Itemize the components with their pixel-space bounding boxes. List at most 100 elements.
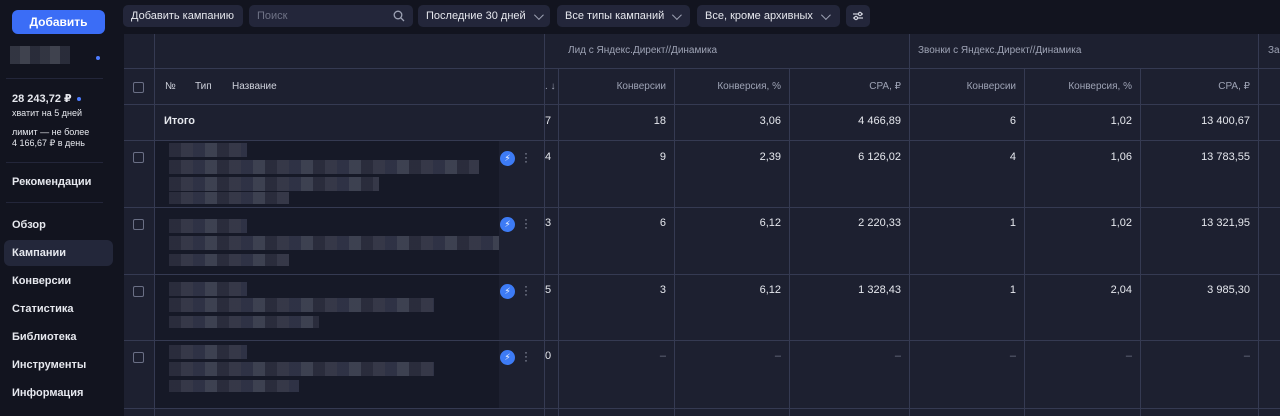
lightning-icon[interactable]: ⚡ (500, 350, 515, 365)
search-input[interactable]: Поиск (249, 5, 413, 27)
nav-tools[interactable]: Инструменты (12, 359, 86, 371)
nav-overview[interactable]: Обзор (12, 219, 46, 231)
col-header-cpa[interactable]: CPA, ₽ (794, 81, 901, 92)
nav-library[interactable]: Библиотека (12, 331, 77, 343)
row-conversions: 3 (659, 284, 666, 296)
total-cpa: 13 400,67 (1201, 115, 1250, 127)
divider (6, 162, 103, 163)
col-header-sorted-fragment[interactable]: . ↓ (545, 81, 556, 92)
total-conversions: 6 (1009, 115, 1016, 127)
col-header-name[interactable]: Название (232, 81, 277, 92)
total-cpa: 4 466,89 (858, 115, 901, 127)
row-conversions: – (1009, 350, 1016, 362)
chevron-down-icon (533, 9, 544, 20)
row-checkbox[interactable] (133, 352, 144, 363)
row-checkbox[interactable] (133, 286, 144, 297)
sliders-icon (853, 11, 863, 21)
total-label: Итого (164, 115, 196, 127)
campaigns-table: Лид с Яндекс.Директ//Динамика Звонки с Я… (124, 34, 1280, 416)
total-fragment: 7 (545, 115, 552, 127)
total-conversions: 18 (653, 115, 666, 127)
col-header-type[interactable]: Тип (195, 81, 212, 92)
limit-line-2: 4 166,67 ₽ в день (12, 138, 85, 148)
lightning-icon[interactable]: ⚡ (500, 217, 515, 232)
nav-information[interactable]: Информация (12, 387, 83, 399)
balance-note: хватит на 5 дней (12, 108, 82, 118)
group-header-leads: Лид с Яндекс.Директ//Динамика (568, 45, 718, 56)
more-icon[interactable]: · · · (524, 147, 528, 167)
add-campaign-label: Добавить кампанию (131, 10, 234, 22)
row-fragment: 0 (545, 350, 552, 362)
balance: 28 243,72 ₽ (12, 93, 72, 105)
nav-conversions[interactable]: Конверсии (12, 275, 71, 287)
row-checkbox[interactable] (133, 152, 144, 163)
more-icon[interactable]: · · · (524, 213, 528, 233)
archive-filter-label: Все, кроме архивных (705, 10, 813, 22)
row-conversion-rate: 6,12 (759, 217, 781, 229)
row-cpa: 1 328,43 (858, 284, 901, 296)
col-header-conversions[interactable]: Конверсии (914, 81, 1016, 92)
total-conversion-rate: 3,06 (759, 115, 781, 127)
group-header-calls: Звонки с Яндекс.Директ//Динамика (918, 45, 1082, 56)
col-header-number[interactable]: № (165, 81, 176, 92)
col-header-conversion-rate[interactable]: Конверсия, % (1029, 81, 1132, 92)
row-cpa: 13 321,95 (1201, 217, 1250, 229)
row-conversions: 6 (659, 217, 666, 229)
col-header-conversions[interactable]: Конверсии (564, 81, 666, 92)
add-campaign-button[interactable]: Добавить кампанию (123, 5, 243, 27)
select-all-checkbox[interactable] (133, 82, 144, 93)
row-cpa: 3 985,30 (1207, 284, 1250, 296)
campaign-type-select[interactable]: Все типы кампаний (557, 5, 690, 27)
archive-filter-select[interactable]: Все, кроме архивных (697, 5, 840, 27)
period-select[interactable]: Последние 30 дней (418, 5, 550, 27)
row-fragment: 5 (545, 284, 552, 296)
nav-statistics[interactable]: Статистика (12, 303, 74, 315)
row-conversions: 9 (659, 151, 666, 163)
row-cpa: – (894, 350, 901, 362)
more-icon[interactable]: · · · (524, 346, 528, 366)
settings-toggle-button[interactable] (846, 5, 870, 27)
toolbar: Добавить кампанию Поиск Последние 30 дне… (120, 0, 1280, 34)
divider (6, 202, 103, 203)
lightning-icon[interactable]: ⚡ (500, 151, 515, 166)
row-conversions: 1 (1009, 284, 1016, 296)
row-conversion-rate: – (1125, 350, 1132, 362)
add-button[interactable]: Добавить (12, 10, 105, 34)
balance-status-dot (77, 97, 81, 101)
more-icon[interactable]: · · · (524, 280, 528, 300)
col-header-conversion-rate[interactable]: Конверсия, % (679, 81, 781, 92)
chevron-down-icon (820, 9, 831, 20)
row-conversion-rate: 1,02 (1110, 217, 1132, 229)
account-name-blurred[interactable] (10, 46, 70, 64)
row-cpa: 2 220,33 (858, 217, 901, 229)
row-conversion-rate: 6,12 (759, 284, 781, 296)
limit-line-1: лимит — не более (12, 127, 90, 137)
divider (6, 78, 103, 79)
row-conversions: – (659, 350, 666, 362)
campaign-type-label: Все типы кампаний (565, 10, 665, 22)
row-conversion-rate: 2,04 (1110, 284, 1132, 296)
row-conversion-rate: – (774, 350, 781, 362)
sidebar: Добавить 28 243,72 ₽ хватит на 5 дней ли… (0, 0, 120, 416)
account-status-dot (96, 56, 100, 60)
row-conversion-rate: 2,39 (759, 151, 781, 163)
search-placeholder: Поиск (257, 10, 288, 22)
row-conversion-rate: 1,06 (1110, 151, 1132, 163)
nav-campaigns[interactable]: Кампании (12, 247, 66, 259)
row-conversions: 4 (1009, 151, 1016, 163)
row-conversions: 1 (1009, 217, 1016, 229)
row-fragment: 3 (545, 217, 552, 229)
total-conversion-rate: 1,02 (1110, 115, 1132, 127)
col-header-cpa[interactable]: CPA, ₽ (1145, 81, 1250, 92)
row-cpa: – (1243, 350, 1250, 362)
chevron-down-icon (672, 9, 683, 20)
row-cpa: 6 126,02 (858, 151, 901, 163)
row-cpa: 13 783,55 (1201, 151, 1250, 163)
row-fragment: 4 (545, 151, 552, 163)
nav-recommendations[interactable]: Рекомендации (12, 176, 91, 188)
period-label: Последние 30 дней (426, 10, 526, 22)
lightning-icon[interactable]: ⚡ (500, 284, 515, 299)
search-icon (393, 10, 405, 22)
row-checkbox[interactable] (133, 219, 144, 230)
group-header-truncated: За (1268, 45, 1280, 56)
